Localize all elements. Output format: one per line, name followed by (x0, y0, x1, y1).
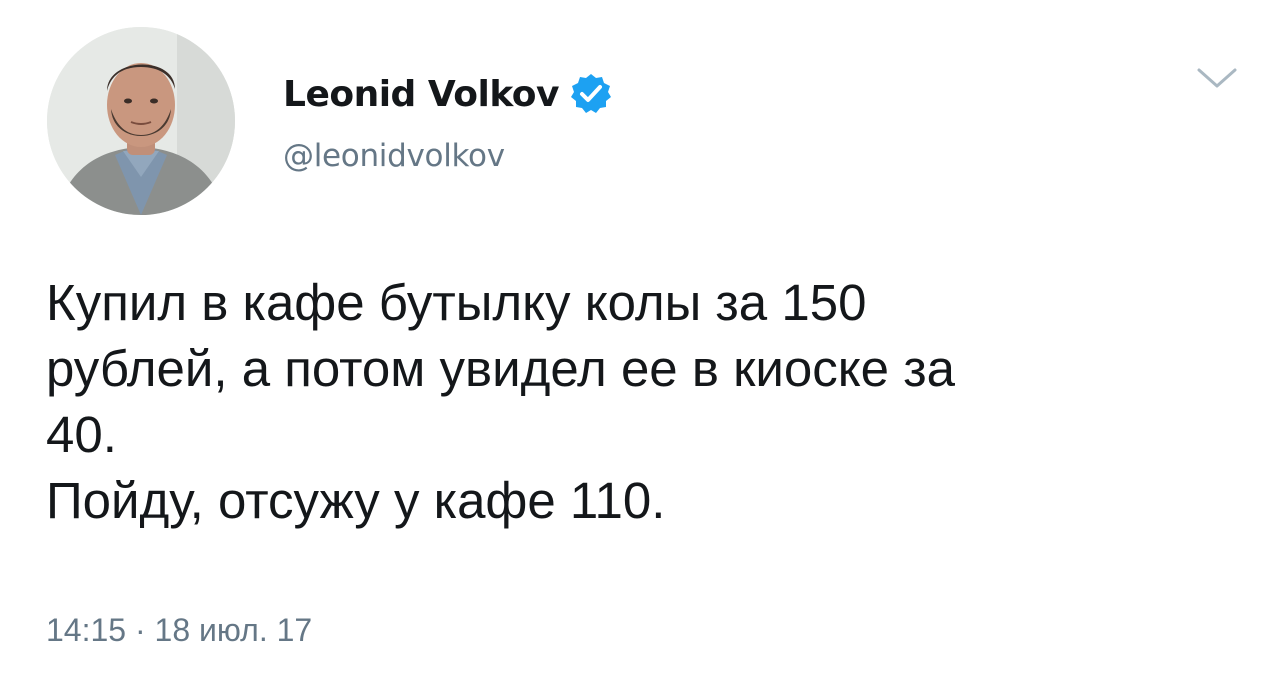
tweet-text-line: Пойду, отсужу у кафе 110. (46, 472, 666, 529)
chevron-down-icon[interactable] (1195, 64, 1239, 94)
verified-badge-icon (569, 72, 613, 116)
tweet-time: 14:15 (46, 612, 127, 648)
tweet-text: Купил в кафе бутылку колы за 150 рублей,… (46, 270, 1246, 534)
tweet-date: 18 июл. 17 (154, 612, 313, 648)
tweet-text-line: 40. (46, 406, 117, 463)
tweet-text-line: рублей, а потом увидел ее в киоске за (46, 340, 955, 397)
meta-separator: · (134, 612, 146, 648)
author-name-row: Leonid Volkov (283, 66, 613, 122)
tweet-card: Leonid Volkov @leonidvolkov Купил в кафе… (0, 0, 1280, 699)
tweet-timestamp[interactable]: 14:15 · 18 июл. 17 (46, 612, 312, 649)
display-name[interactable]: Leonid Volkov (283, 74, 560, 115)
avatar-photo (47, 27, 235, 215)
tweet-text-line: Купил в кафе бутылку колы за 150 (46, 274, 867, 331)
author-handle[interactable]: @leonidvolkov (283, 138, 505, 174)
avatar[interactable] (47, 27, 235, 215)
